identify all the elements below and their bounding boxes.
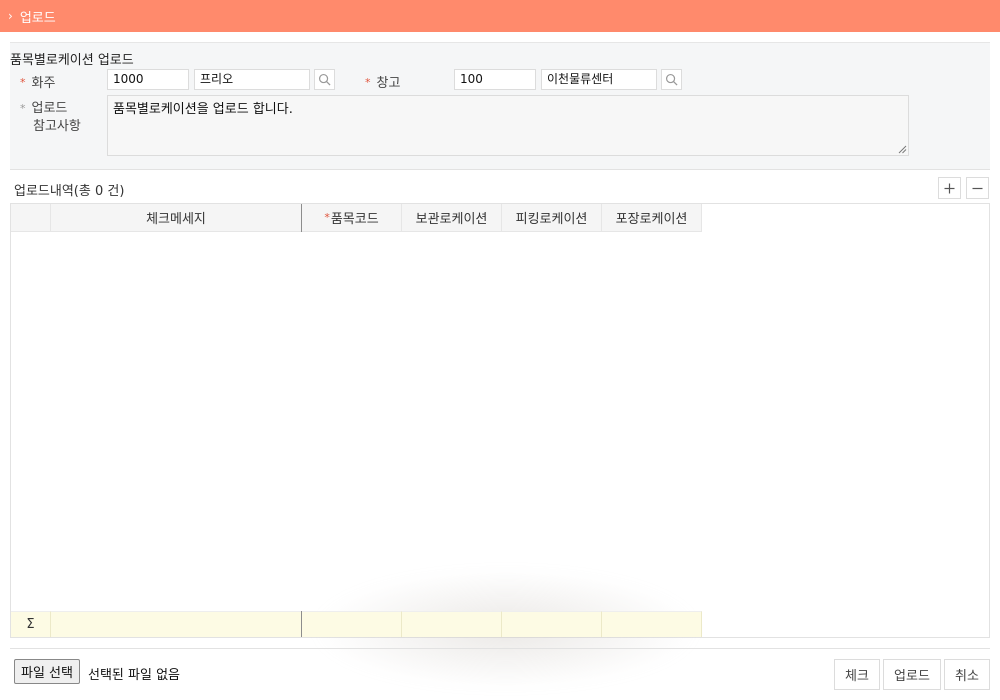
add-row-button[interactable]: [938, 177, 961, 199]
search-icon: [665, 73, 678, 86]
note-textarea[interactable]: 품목별로케이션을 업로드 합니다.: [107, 95, 909, 156]
bottom-separator: [10, 648, 990, 649]
note-label: * 업로드: [20, 101, 68, 116]
column-header-check-message[interactable]: 체크메세지: [51, 204, 302, 232]
plus-icon: [944, 183, 955, 193]
sigma-icon: Σ: [11, 611, 51, 637]
column-header-picking-location[interactable]: 피킹로케이션: [502, 204, 602, 232]
summary-cell: [402, 611, 502, 637]
summary-cell: [602, 611, 702, 637]
upload-grid[interactable]: 체크메세지 * 품목코드 보관로케이션 피킹로케이션 포장로케이션 Σ: [10, 203, 990, 689]
summary-cell: [51, 611, 302, 637]
owner-label: * 화주: [20, 76, 56, 91]
upload-button[interactable]: 업로드: [883, 659, 941, 690]
summary-cell: [502, 611, 602, 637]
summary-cell: [302, 611, 402, 637]
section-title: 품목별로케이션 업로드: [10, 53, 134, 68]
file-select-button[interactable]: 파일 선택: [14, 659, 80, 684]
column-header-storage-location[interactable]: 보관로케이션: [402, 204, 502, 232]
required-marker-icon: *: [20, 76, 26, 89]
cancel-button[interactable]: 취소: [944, 659, 990, 690]
window-titlebar: › 업로드: [0, 0, 1000, 32]
frozen-column-divider: [301, 204, 302, 232]
chevron-right-icon[interactable]: ›: [8, 9, 13, 23]
upload-list-title: 업로드내역(총 0 건): [14, 184, 125, 199]
warehouse-search-button[interactable]: [661, 69, 682, 90]
owner-name-input[interactable]: 프리오: [194, 69, 310, 90]
resize-grip-icon[interactable]: [898, 145, 907, 154]
column-header-packing-location[interactable]: 포장로케이션: [602, 204, 702, 232]
owner-code-input[interactable]: 1000: [107, 69, 189, 90]
note-text: 품목별로케이션을 업로드 합니다.: [113, 102, 293, 117]
warehouse-name-input[interactable]: 이천물류센터: [541, 69, 657, 90]
remove-row-button[interactable]: [966, 177, 989, 199]
grid-header: 체크메세지 * 품목코드 보관로케이션 피킹로케이션 포장로케이션: [11, 204, 702, 232]
minus-icon: [972, 187, 983, 189]
warehouse-label: * 창고: [365, 76, 401, 91]
frozen-column-divider: [301, 611, 302, 637]
file-status-text: 선택된 파일 없음: [88, 668, 180, 683]
warehouse-code-input[interactable]: 100: [454, 69, 536, 90]
window-title: 업로드: [19, 10, 56, 26]
column-header-item-code[interactable]: * 품목코드: [302, 204, 402, 232]
check-button[interactable]: 체크: [834, 659, 880, 690]
required-marker-icon: *: [324, 211, 330, 224]
search-icon: [318, 73, 331, 86]
optional-marker-icon: *: [20, 102, 26, 115]
grid-summary-row: Σ: [11, 611, 702, 637]
row-number-header: [11, 204, 51, 232]
note-label-line2: 참고사항: [33, 119, 81, 134]
owner-search-button[interactable]: [314, 69, 335, 90]
upload-form-panel: 품목별로케이션 업로드 * 화주 1000 프리오 * 창고 100 이천물류센터 …: [10, 42, 990, 170]
required-marker-icon: *: [365, 76, 371, 89]
